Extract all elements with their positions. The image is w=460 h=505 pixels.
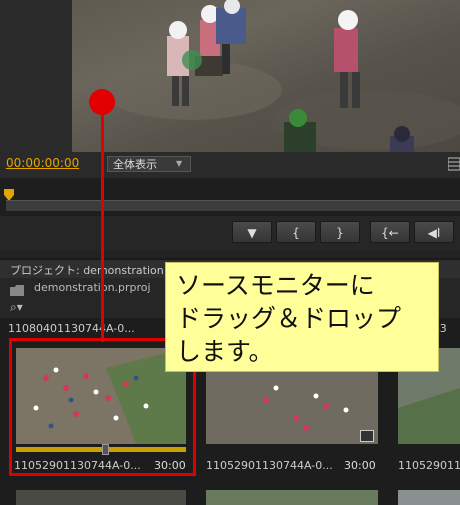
video-scene xyxy=(102,0,460,152)
audio-icon xyxy=(360,430,374,442)
clip-thumbnail[interactable] xyxy=(206,490,378,505)
folder-icon xyxy=(10,281,24,296)
clip-name: 11052901130744A-0... xyxy=(206,459,333,472)
marker-button[interactable]: ▼ xyxy=(232,221,272,243)
clip-duration: 30:00 xyxy=(344,459,376,472)
scrub-track[interactable] xyxy=(6,200,460,211)
monitor-left-panel xyxy=(0,0,72,152)
clip-name: 1105290113 xyxy=(398,459,460,472)
playhead-icon[interactable] xyxy=(4,186,14,201)
chevron-down-icon: ▼ xyxy=(176,159,183,168)
clip-name-top: 110804011307​44A-0... xyxy=(8,322,135,335)
go-to-in-button[interactable]: {← xyxy=(370,221,410,243)
clip-thumbnail[interactable] xyxy=(398,490,460,505)
timecode-display[interactable]: 00:00:00:00 xyxy=(6,156,79,170)
callout-text: ソースモニターに ドラッグ＆ドロップ します。 xyxy=(176,271,402,366)
out-point-button[interactable]: } xyxy=(320,221,360,243)
instruction-callout: ソースモニターに ドラッグ＆ドロップ します。 xyxy=(165,262,439,372)
drag-arrow-line xyxy=(101,102,104,342)
step-back-button[interactable]: ◀I xyxy=(414,221,454,243)
tab-project[interactable]: プロジェクト: demonstration xyxy=(10,262,164,278)
search-icon[interactable]: ⌕▾ xyxy=(10,300,23,315)
source-monitor-video[interactable] xyxy=(72,0,460,152)
drop-target-marker xyxy=(89,89,115,115)
in-point-button[interactable]: { xyxy=(276,221,316,243)
settings-icon[interactable] xyxy=(447,156,460,171)
clip-thumbnail[interactable] xyxy=(16,490,186,505)
project-file-name: demonstration.prproj xyxy=(34,281,151,294)
